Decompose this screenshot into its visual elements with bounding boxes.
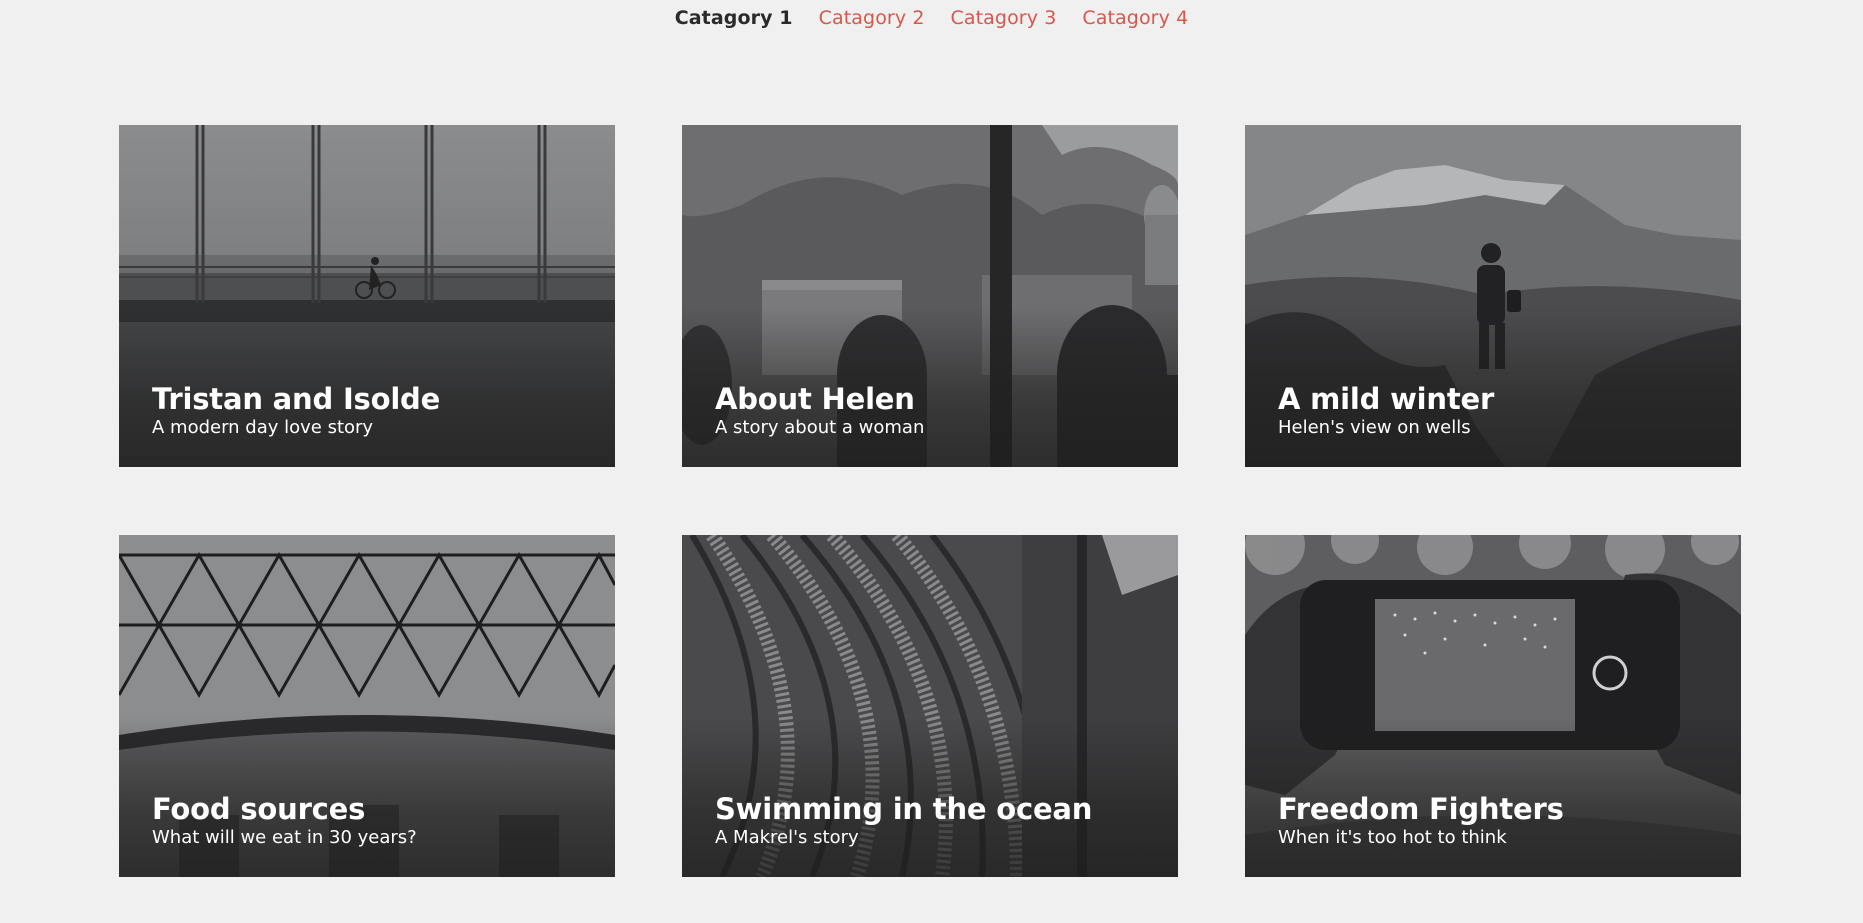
story-card[interactable]: Food sources What will we eat in 30 year… <box>119 535 615 877</box>
card-title: A mild winter <box>1278 382 1495 416</box>
card-subtitle: What will we eat in 30 years? <box>152 827 417 848</box>
card-subtitle: When it's too hot to think <box>1278 827 1507 848</box>
card-subtitle: A story about a woman <box>715 417 925 438</box>
card-title: Food sources <box>152 792 366 826</box>
card-caption: Swimming in the ocean A Makrel's story <box>715 792 1092 849</box>
card-title: Freedom Fighters <box>1278 792 1564 826</box>
nav-category-2[interactable]: Catagory 2 <box>819 7 925 29</box>
nav-category-4[interactable]: Catagory 4 <box>1082 7 1188 29</box>
story-card[interactable]: Freedom Fighters When it's too hot to th… <box>1245 535 1741 877</box>
story-card[interactable]: A mild winter Helen's view on wells <box>1245 125 1741 467</box>
story-grid: Tristan and Isolde A modern day love sto… <box>119 125 1741 877</box>
nav-category-3[interactable]: Catagory 3 <box>951 7 1057 29</box>
card-caption: Freedom Fighters When it's too hot to th… <box>1278 792 1564 849</box>
category-nav: Catagory 1 Catagory 2 Catagory 3 Catagor… <box>0 0 1863 36</box>
card-caption: About Helen A story about a woman <box>715 382 924 439</box>
card-caption: Food sources What will we eat in 30 year… <box>152 792 417 849</box>
card-caption: A mild winter Helen's view on wells <box>1278 382 1494 439</box>
nav-category-1[interactable]: Catagory 1 <box>675 7 793 29</box>
card-title: Swimming in the ocean <box>715 792 1093 826</box>
card-subtitle: A modern day love story <box>152 417 374 438</box>
card-subtitle: Helen's view on wells <box>1278 417 1471 438</box>
card-title: Tristan and Isolde <box>152 382 441 416</box>
card-title: About Helen <box>715 382 915 416</box>
story-card[interactable]: Tristan and Isolde A modern day love sto… <box>119 125 615 467</box>
card-caption: Tristan and Isolde A modern day love sto… <box>152 382 440 439</box>
story-card[interactable]: About Helen A story about a woman <box>682 125 1178 467</box>
card-subtitle: A Makrel's story <box>715 827 859 848</box>
story-card[interactable]: Swimming in the ocean A Makrel's story <box>682 535 1178 877</box>
